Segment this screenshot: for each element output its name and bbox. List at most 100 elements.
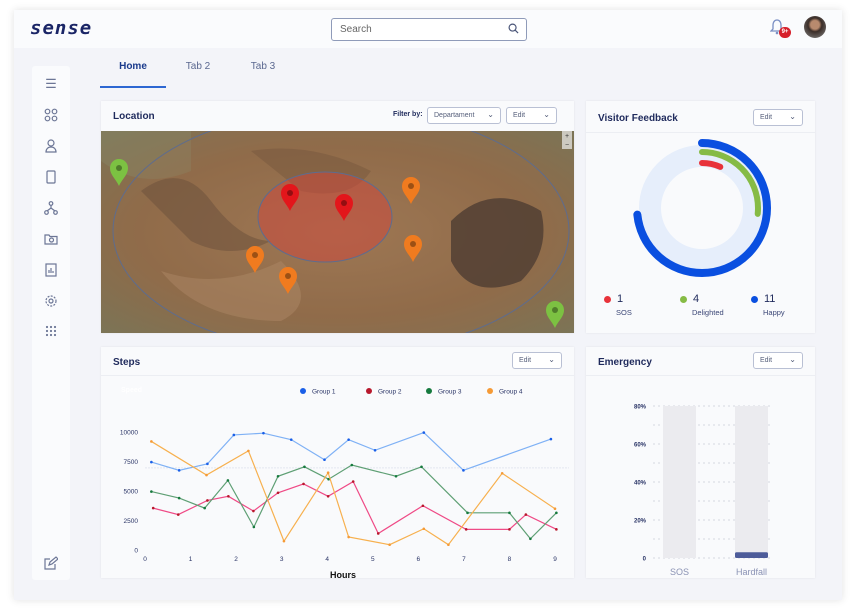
dashboard-icon[interactable]: [43, 108, 59, 124]
legend-marker: [300, 388, 306, 394]
legend-label[interactable]: Group 1: [312, 389, 336, 396]
data-point: [422, 431, 426, 434]
settings-icon[interactable]: [43, 294, 59, 310]
legend-marker: [426, 388, 432, 394]
emergency-card: Emergency Edit ⌄ 0 20% 40% 60% 80% SOS Hardfall: [586, 347, 815, 578]
legend-value: 4: [693, 293, 700, 305]
legend-label[interactable]: Group 2: [378, 389, 402, 396]
data-point: [151, 506, 155, 510]
data-point: [394, 474, 398, 478]
department-filter-dropdown[interactable]: Departament ⌄: [427, 107, 501, 124]
map-zoom-controls[interactable]: +−: [562, 131, 572, 149]
feedback-radial-chart: [633, 139, 771, 277]
location-title: Location: [113, 111, 155, 122]
legend-dot: [604, 296, 611, 303]
legend-marker: [366, 388, 372, 394]
search-input[interactable]: Search: [331, 18, 527, 41]
radial-track: [639, 145, 765, 271]
filter-label: Filter by:: [393, 111, 423, 118]
legend-label: Delighted: [692, 308, 724, 317]
data-point: [205, 473, 208, 477]
legend-label[interactable]: Group 3: [438, 389, 462, 396]
report-icon[interactable]: [43, 263, 59, 279]
data-point: [373, 448, 377, 452]
data-point: [177, 496, 181, 500]
tablet-icon[interactable]: [43, 170, 59, 186]
data-point: [303, 465, 306, 469]
data-point: [529, 537, 532, 541]
x-tick-label: SOS: [670, 567, 689, 577]
data-point: [150, 490, 153, 493]
data-point: [500, 472, 504, 475]
edit-icon[interactable]: [43, 556, 59, 572]
legend-label[interactable]: Group 4: [499, 389, 523, 396]
legend-dot: [751, 296, 758, 303]
tab-3[interactable]: Tab 3: [230, 60, 296, 88]
notification-badge: 9+: [779, 27, 791, 38]
data-point: [376, 532, 380, 535]
data-point: [227, 495, 230, 498]
data-point: [508, 511, 511, 515]
data-point: [553, 507, 557, 510]
zoom-in-button[interactable]: +: [565, 133, 569, 140]
data-point: [351, 480, 355, 483]
data-point: [176, 513, 180, 516]
data-point: [508, 528, 511, 531]
y-tick-label: 5000: [124, 489, 139, 496]
data-point: [177, 469, 181, 472]
x-tick-label: 9: [553, 556, 557, 563]
app-window: sense Search 9+ ☰ Home Tab 2 Tab 3 Locat…: [14, 10, 842, 600]
x-tick-label: 6: [417, 556, 421, 563]
visitor-feedback-card: Visitor Feedback Edit ⌄ 1 SOS 4 Delighted 11 H…: [586, 101, 815, 333]
legend-label: Happy: [763, 308, 785, 317]
avatar[interactable]: [804, 16, 826, 38]
legend-label: SOS: [616, 308, 632, 317]
y-tick-label: 80%: [634, 405, 647, 411]
data-point: [549, 437, 553, 441]
data-point: [289, 438, 293, 441]
legend-marker: [487, 388, 493, 394]
steps-line-chart: 0 2500 5000 7500 10000 0 1 2 3 4 5 6 7 8 9 Hours Group 1…: [120, 388, 569, 578]
x-tick-label: 0: [143, 556, 147, 563]
data-point: [282, 539, 286, 543]
y-tick-label: 10000: [120, 430, 138, 437]
apps-icon[interactable]: [43, 325, 59, 341]
user-icon[interactable]: [43, 139, 59, 155]
data-point: [420, 465, 423, 469]
bar-hardfall[interactable]: [735, 552, 768, 558]
edit-label: Edit: [513, 112, 526, 119]
legend-value: 1: [617, 293, 624, 305]
x-tick-label: 7: [462, 556, 466, 563]
x-tick-label: 1: [189, 556, 193, 563]
data-point: [252, 509, 255, 513]
data-point: [421, 504, 425, 508]
tab-home[interactable]: Home: [100, 60, 166, 88]
data-point: [302, 482, 305, 486]
data-point: [462, 469, 465, 472]
menu-icon[interactable]: ☰: [43, 76, 59, 92]
chevron-down-icon: ⌄: [543, 110, 550, 119]
y-tick-label: 20%: [634, 519, 647, 525]
y-tick-label: 40%: [634, 481, 647, 487]
data-point: [247, 449, 250, 453]
steps-card: Steps Edit ⌄ Speed 0 2500 5000 7500 10000 0 1 2 3…: [101, 347, 574, 578]
search-icon[interactable]: [508, 23, 519, 34]
data-point: [206, 499, 209, 502]
location-edit-dropdown[interactable]: Edit ⌄: [506, 107, 557, 124]
data-point: [323, 458, 326, 462]
hierarchy-icon[interactable]: [43, 201, 59, 217]
chevron-down-icon: ⌄: [487, 110, 494, 119]
x-tick-label: 2: [234, 556, 238, 563]
zoom-out-button[interactable]: −: [565, 142, 569, 149]
tab-2[interactable]: Tab 2: [165, 60, 231, 88]
y-tick-label: 7500: [124, 459, 139, 466]
x-axis-label: Hours: [330, 570, 356, 578]
x-tick-label: Hardfall: [736, 567, 767, 577]
location-card: Location Filter by: Departament ⌄ Edit ⌄ +…: [101, 101, 574, 333]
folder-search-icon[interactable]: [43, 232, 59, 248]
data-point: [447, 543, 450, 546]
data-point: [252, 525, 256, 529]
data-point: [555, 511, 558, 515]
emergency-bar-chart: 0 20% 40% 60% 80% SOS Hardfall: [634, 405, 772, 577]
map[interactable]: +−: [101, 131, 574, 333]
